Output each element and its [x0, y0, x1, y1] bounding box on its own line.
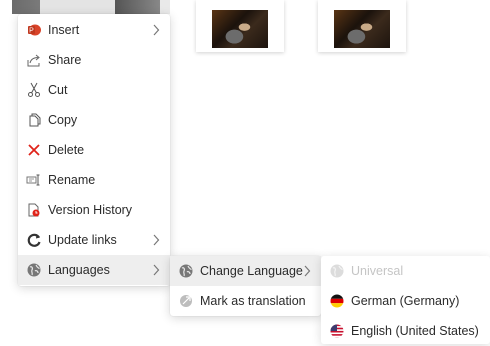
image-thumbnail-card[interactable] [318, 0, 406, 52]
menu-item-universal: Universal [321, 256, 490, 286]
menu-item-copy[interactable]: Copy [18, 105, 170, 135]
german-flag-icon [329, 293, 345, 309]
globe-icon [178, 263, 194, 279]
menu-item-version-history[interactable]: Version History [18, 195, 170, 225]
menu-item-label: Languages [48, 263, 110, 277]
menu-item-label: Insert [48, 23, 80, 37]
insert-icon: P [26, 22, 42, 38]
menu-item-label: Version History [48, 203, 133, 217]
chevron-right-icon [150, 263, 162, 277]
menu-item-languages[interactable]: Languages [18, 255, 170, 285]
version-history-icon [26, 202, 42, 218]
context-menu: P Insert Share Cut Copy Delete Rename Ve… [18, 14, 170, 286]
menu-item-label: Copy [48, 113, 78, 127]
chevron-right-icon [150, 233, 162, 247]
globe-icon [26, 262, 42, 278]
image-thumbnail [212, 10, 268, 48]
background-thumbnails-strip [0, 0, 170, 14]
menu-item-label: Rename [48, 173, 96, 187]
menu-item-label: Update links [48, 233, 117, 247]
menu-item-label: Universal [351, 264, 404, 278]
svg-text:P: P [29, 28, 34, 35]
menu-item-german-germany[interactable]: German (Germany) [321, 286, 490, 316]
image-thumbnail-card[interactable] [196, 0, 284, 52]
scissors-icon [26, 82, 42, 98]
menu-item-label: English (United States) [351, 324, 479, 338]
delete-icon [26, 142, 42, 158]
menu-item-share[interactable]: Share [18, 45, 170, 75]
menu-item-label: Share [48, 53, 82, 67]
menu-item-delete[interactable]: Delete [18, 135, 170, 165]
share-icon [26, 52, 42, 68]
menu-item-label: Cut [48, 83, 68, 97]
menu-item-label: German (Germany) [351, 294, 460, 308]
image-thumbnail [334, 10, 390, 48]
menu-item-label: Delete [48, 143, 85, 157]
menu-item-change-language[interactable]: Change Language [170, 256, 321, 286]
menu-item-label: Change Language [200, 264, 303, 278]
menu-item-mark-as-translation[interactable]: Mark as translation [170, 286, 321, 316]
translation-icon [178, 293, 194, 309]
language-options-submenu: Universal German (Germany) English (Unit… [321, 256, 490, 344]
menu-item-rename[interactable]: Rename [18, 165, 170, 195]
menu-item-update-links[interactable]: Update links [18, 225, 170, 255]
chevron-right-icon [150, 23, 162, 37]
languages-submenu: Change Language Mark as translation [170, 256, 321, 316]
menu-item-label: Mark as translation [200, 294, 306, 308]
us-flag-icon [329, 323, 345, 339]
menu-item-insert[interactable]: P Insert [18, 15, 170, 45]
globe-icon [329, 263, 345, 279]
copy-icon [26, 112, 42, 128]
rename-icon [26, 172, 42, 188]
menu-item-cut[interactable]: Cut [18, 75, 170, 105]
refresh-icon [26, 232, 42, 248]
chevron-right-icon [301, 264, 313, 278]
menu-item-english-united-states[interactable]: English (United States) [321, 316, 490, 346]
